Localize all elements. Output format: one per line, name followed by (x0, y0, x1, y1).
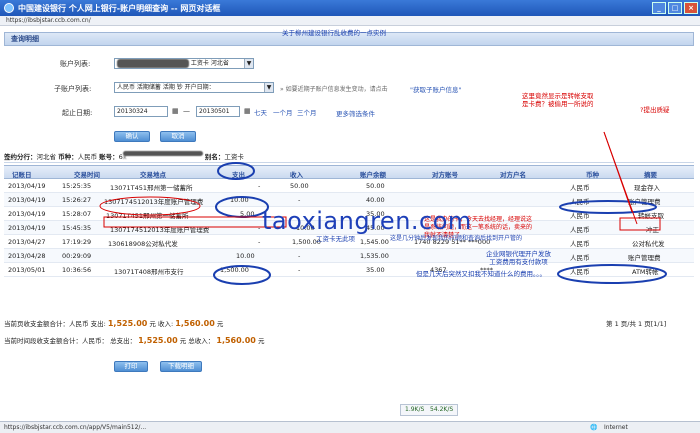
pager[interactable]: 第 1 页/共 1 页[1/1] (606, 318, 666, 328)
window-titlebar: 中国建设银行 个人网上银行-账户明细查询 -- 网页对话框 _ □ × (0, 0, 700, 16)
window-controls: _ □ × (652, 2, 698, 14)
minimize-button[interactable]: _ (652, 2, 666, 14)
circle-annotation (213, 265, 271, 285)
upload-speed: 54.2K/S (430, 406, 454, 413)
unit-label: 元 (179, 337, 187, 345)
unit-label: 元 (216, 320, 224, 328)
box-annotation (619, 217, 661, 231)
total-summary: 当前时间段收支金额合计：人民币： 总支出： 1,525.00 元 总收入： 1,… (4, 335, 264, 345)
ie-icon (4, 3, 14, 13)
maximize-button[interactable]: □ (668, 2, 682, 14)
status-zone: Internet (604, 424, 628, 431)
total-in-value: 1,560.00 (216, 336, 256, 345)
watermark: taoxiangren.com (262, 207, 472, 235)
print-button[interactable]: 打印 (114, 361, 148, 372)
download-speed: 1.9K/S (405, 406, 425, 413)
page-summary: 当前页收支金额合计：人民币 支出: 1,525.00 元 收入: 1,560.0… (4, 318, 223, 328)
total-out-label: 总支出： (110, 337, 137, 345)
page-summary-label: 当前页收支金额合计：人民币 (4, 320, 89, 328)
circle-annotation (557, 264, 667, 284)
annotation-note: 工资卡无此项 (316, 235, 355, 243)
unit-label: 元 (257, 337, 265, 345)
circle-annotation (559, 200, 657, 214)
close-button[interactable]: × (684, 2, 698, 14)
page-in-value: 1,560.00 (175, 319, 215, 328)
circle-annotation (99, 196, 201, 216)
globe-icon: 🌐 (590, 424, 598, 431)
page-out-label: 支出: (90, 320, 106, 328)
window-title: 中国建设银行 个人网上银行-账户明细查询 -- 网页对话框 (18, 3, 221, 13)
status-url: https://ibsbjstar.ccb.com.cn/app/V5/main… (4, 424, 147, 431)
annotation-note: 但是几天后突然又扣我不知道什么的费用。。。 (416, 270, 546, 278)
circle-annotation (215, 196, 269, 218)
arrow-annotation (603, 131, 638, 225)
total-summary-label: 当前时间段收支金额合计：人民币： (4, 337, 108, 345)
annotation-note: 这里竟然显示是转帐支取 是卡费？被偷用一所说的 (522, 92, 594, 108)
annotation-note: 企业网银代理开户发放 工资费用有支付款项 (486, 250, 551, 266)
total-out-value: 1,525.00 (138, 336, 178, 345)
unit-label: 元 (149, 320, 156, 328)
total-in-label: 总收入： (188, 337, 215, 345)
download-button[interactable]: 下载明细 (160, 361, 202, 372)
status-bar: https://ibsbjstar.ccb.com.cn/app/V5/main… (0, 421, 700, 433)
page-content: 查询明细 关于柳州建设银行乱收费的一点实例 账户列表: x 工资卡 河北省 ▼ … (0, 26, 700, 409)
page-in-label: 收入: (158, 320, 174, 328)
circle-annotation (217, 162, 255, 180)
box-annotation (103, 216, 287, 228)
page-out-value: 1,525.00 (107, 319, 148, 328)
speed-indicator: 1.9K/S 54.2K/S (400, 404, 459, 416)
annotation-note: 这是几分钟后发现我的问题和查询后找到开户管的 (390, 235, 523, 242)
address-bar: https://ibsbjstar.ccb.com.cn/ (0, 16, 700, 26)
annotation-note: ?提出质疑 (640, 106, 670, 114)
